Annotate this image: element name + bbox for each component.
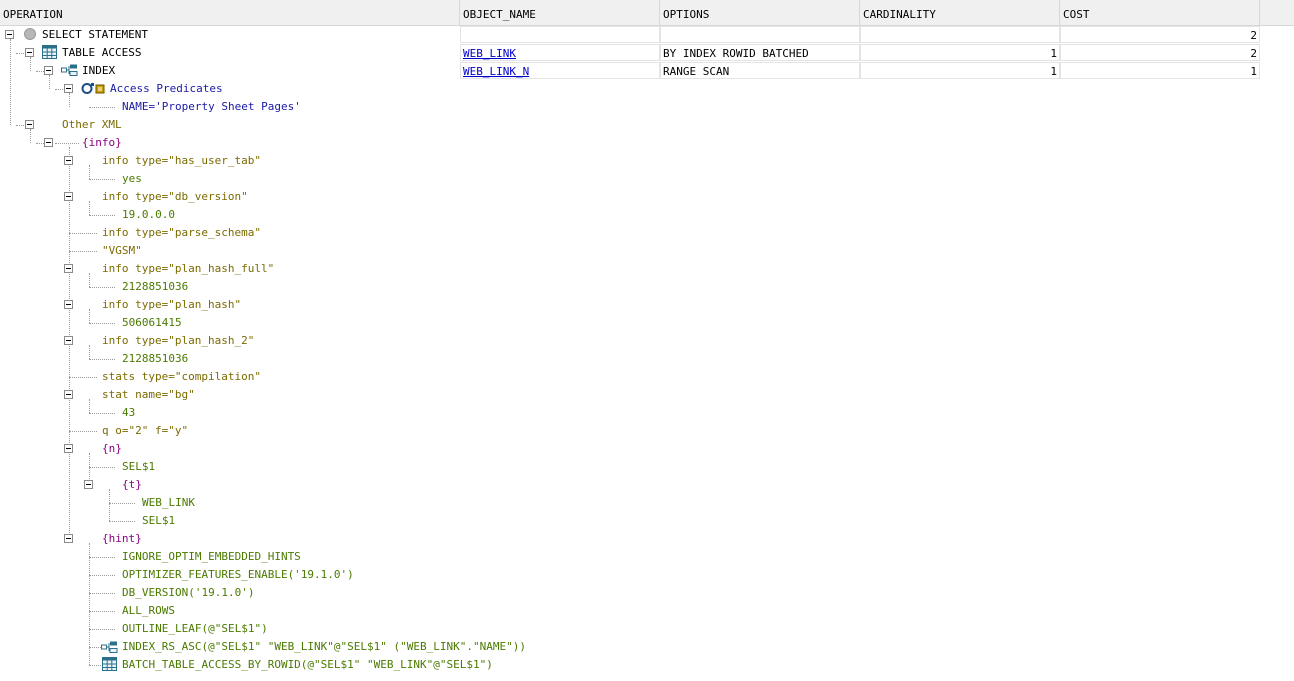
column-header-operation[interactable]: OPERATION — [0, 0, 460, 25]
hint-item: ALL_ROWS — [122, 604, 175, 617]
xml-entry-stats-compilation: stats type="compilation" — [102, 370, 261, 383]
table-access-icon — [42, 45, 57, 62]
table-access-icon — [102, 657, 117, 674]
collapse-toggle-select-statement[interactable] — [5, 30, 14, 39]
hint-item: OPTIMIZER_FEATURES_ENABLE('19.1.0') — [122, 568, 354, 581]
collapse-toggle-has-user-tab[interactable] — [64, 156, 73, 165]
cell-cardinality-row-1 — [860, 26, 1060, 43]
xml-tag-n[interactable]: {n} — [102, 440, 122, 458]
cell-options-row-3: RANGE SCAN — [660, 62, 860, 79]
collapse-toggle-stat-bg[interactable] — [64, 390, 73, 399]
cell-options-row-1 — [660, 26, 860, 43]
collapse-toggle-db-version[interactable] — [64, 192, 73, 201]
plan-operation-table-access[interactable]: TABLE ACCESS — [62, 44, 141, 62]
xml-entry-stat-bg[interactable]: stat name="bg" — [102, 386, 195, 404]
cell-options-row-2: BY INDEX ROWID BATCHED — [660, 44, 860, 61]
hint-item: OUTLINE_LEAF(@"SEL$1") — [122, 622, 268, 635]
column-header-object-name[interactable]: OBJECT_NAME — [460, 0, 660, 25]
collapse-toggle-table-access[interactable] — [25, 48, 34, 57]
xml-value-db-version: 19.0.0.0 — [122, 208, 175, 221]
object-link-web-link[interactable]: WEB_LINK — [460, 44, 660, 61]
xml-entry-q: q o="2" f="y" — [102, 424, 189, 437]
xml-tag-t[interactable]: {t} — [122, 476, 142, 494]
xml-entry-plan-hash-full[interactable]: info type="plan_hash_full" — [102, 260, 274, 278]
filter-icon — [81, 82, 107, 98]
cell-object-name-row-1 — [460, 26, 660, 43]
collapse-toggle-info[interactable] — [44, 138, 53, 147]
xml-value-has-user-tab: yes — [122, 172, 142, 185]
collapse-toggle-plan-hash-2[interactable] — [64, 336, 73, 345]
xml-entry-db-version[interactable]: info type="db_version" — [102, 188, 248, 206]
xml-value-t-web-link: WEB_LINK — [142, 496, 195, 509]
access-predicate-value: NAME='Property Sheet Pages' — [122, 100, 301, 113]
plan-operation-select-statement[interactable]: SELECT STATEMENT — [42, 26, 148, 44]
hint-item: IGNORE_OPTIM_EMBEDDED_HINTS — [122, 550, 301, 563]
hint-item: INDEX_RS_ASC(@"SEL$1" "WEB_LINK"@"SEL$1"… — [122, 640, 526, 653]
xml-value-plan-hash-full: 2128851036 — [122, 280, 189, 293]
statement-circle-icon — [24, 28, 36, 43]
collapse-toggle-plan-hash[interactable] — [64, 300, 73, 309]
cell-cardinality-row-3: 1 — [860, 62, 1060, 79]
collapse-toggle-index[interactable] — [44, 66, 53, 75]
object-link-web-link-n[interactable]: WEB_LINK_N — [460, 62, 660, 79]
collapse-toggle-n[interactable] — [64, 444, 73, 453]
cell-cost-row-2: 2 — [1060, 44, 1260, 61]
xml-entry-vgsm: "VGSM" — [102, 244, 142, 257]
xml-value-n: SEL$1 — [122, 460, 156, 473]
column-header-options[interactable]: OPTIONS — [660, 0, 860, 25]
xml-tag-hint[interactable]: {hint} — [102, 530, 142, 548]
xml-value-stat-bg: 43 — [122, 406, 136, 419]
xml-entry-parse-schema: info type="parse_schema" — [102, 226, 261, 239]
xml-entry-plan-hash-2[interactable]: info type="plan_hash_2" — [102, 332, 254, 350]
collapse-toggle-t[interactable] — [84, 480, 93, 489]
index-icon — [61, 64, 78, 79]
xml-value-t-sel1: SEL$1 — [142, 514, 176, 527]
collapse-toggle-other-xml[interactable] — [25, 120, 34, 129]
collapse-toggle-access-predicates[interactable] — [64, 84, 73, 93]
column-header-cost[interactable]: COST — [1060, 0, 1260, 25]
cell-cost-row-1: 2 — [1060, 26, 1260, 43]
cell-cost-row-3: 1 — [1060, 62, 1260, 79]
grid-header: OPERATION OBJECT_NAME OPTIONS CARDINALIT… — [0, 0, 1294, 26]
plan-operation-index[interactable]: INDEX — [82, 62, 115, 80]
access-predicates-label[interactable]: Access Predicates — [110, 80, 223, 98]
xml-value-plan-hash-2: 2128851036 — [122, 352, 189, 365]
index-icon — [101, 641, 118, 656]
column-header-cardinality[interactable]: CARDINALITY — [860, 0, 1060, 25]
collapse-toggle-plan-hash-full[interactable] — [64, 264, 73, 273]
cell-cardinality-row-2: 1 — [860, 44, 1060, 61]
xml-tag-info[interactable]: {info} — [82, 134, 122, 152]
hint-item: DB_VERSION('19.1.0') — [122, 586, 255, 599]
other-xml-label[interactable]: Other XML — [62, 116, 122, 134]
xml-entry-has-user-tab[interactable]: info type="has_user_tab" — [102, 152, 261, 170]
xml-entry-plan-hash[interactable]: info type="plan_hash" — [102, 296, 241, 314]
collapse-toggle-hint[interactable] — [64, 534, 73, 543]
hint-item: BATCH_TABLE_ACCESS_BY_ROWID(@"SEL$1" "WE… — [122, 658, 493, 671]
xml-value-plan-hash: 506061415 — [122, 316, 182, 329]
